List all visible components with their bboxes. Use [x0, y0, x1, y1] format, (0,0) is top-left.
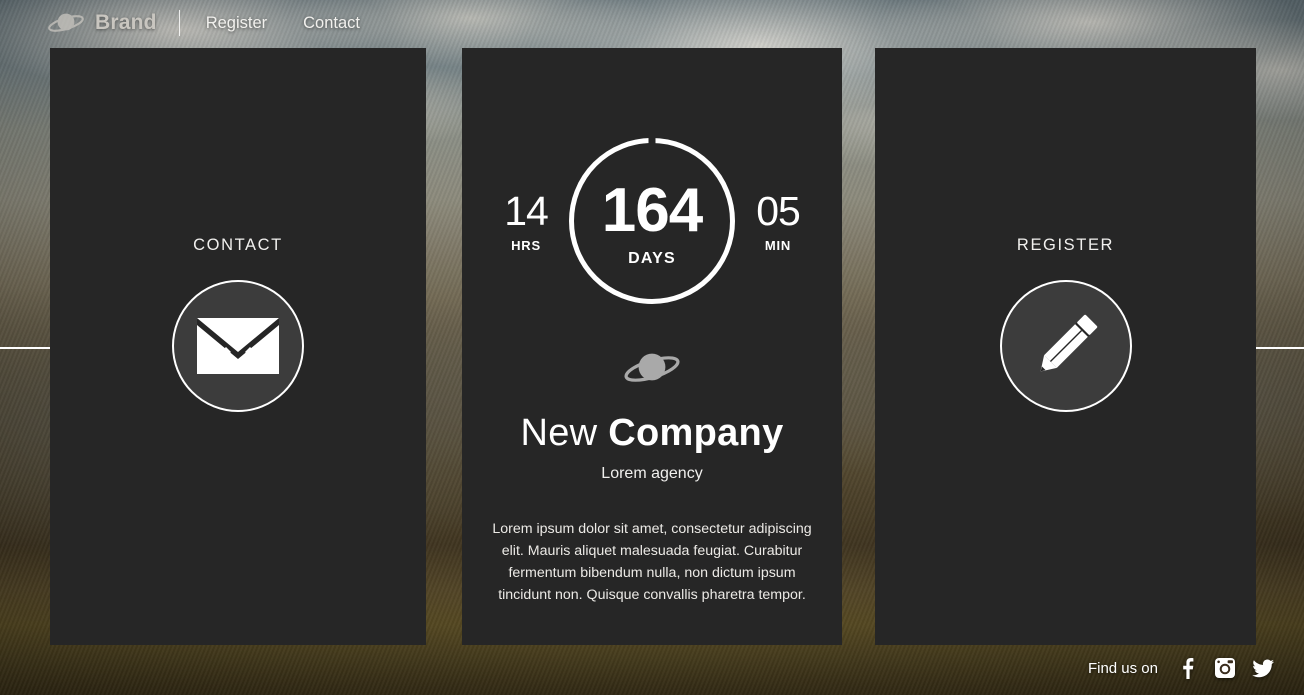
company-name-bold: Company	[608, 412, 784, 454]
nav-link-contact[interactable]: Contact	[303, 14, 360, 33]
page-root: Brand Register Contact CONTACT 14 HRS 16…	[0, 0, 1304, 695]
tagline: Lorem agency	[601, 465, 703, 482]
panel-main: 14 HRS 164 DAYS 05 MIN New Company Lorem…	[462, 48, 842, 645]
countdown-days-label: DAYS	[628, 249, 676, 267]
panel-register: REGISTER	[875, 48, 1256, 645]
nav-link-register[interactable]: Register	[206, 14, 267, 33]
company-name-thin: New	[520, 412, 598, 454]
company-name: New Company	[520, 412, 783, 455]
countdown-days-value: 164	[601, 175, 703, 245]
pencil-icon	[1040, 314, 1097, 372]
main-content: New Company Lorem agency Lorem ipsum dol…	[462, 348, 842, 606]
footer-label: Find us on	[1087, 659, 1158, 677]
instagram-icon[interactable]	[1214, 657, 1236, 679]
navbar: Brand Register Contact	[0, 0, 1304, 46]
planet-saturn-icon	[48, 13, 84, 32]
contact-title: CONTACT	[193, 236, 283, 254]
facebook-icon[interactable]	[1176, 657, 1198, 679]
register-content: REGISTER	[875, 236, 1256, 412]
countdown-minutes: 05 MIN	[747, 187, 809, 253]
brand-label: Brand	[95, 11, 157, 34]
envelope-icon	[197, 318, 279, 374]
countdown-hours: 14 HRS	[495, 187, 557, 253]
countdown-minutes-label: MIN	[764, 237, 792, 253]
countdown-days-ring: 164 DAYS	[569, 138, 735, 304]
footer-social: Find us on	[1088, 657, 1274, 679]
brand-logo[interactable]: Brand	[46, 10, 157, 36]
description-text: Lorem ipsum dolor sit amet, consectetur …	[492, 521, 812, 603]
register-icon-button[interactable]	[999, 280, 1132, 412]
countdown-minutes-value: 05	[756, 187, 801, 234]
nav-divider	[178, 10, 180, 36]
contact-content: CONTACT	[50, 236, 426, 412]
planet-saturn-icon	[624, 353, 680, 382]
countdown-hours-value: 14	[504, 187, 549, 234]
countdown-timer: 14 HRS 164 DAYS 05 MIN	[462, 126, 842, 316]
contact-icon-button[interactable]	[172, 280, 304, 412]
twitter-icon[interactable]	[1252, 657, 1274, 679]
countdown-hours-label: HRS	[511, 237, 541, 253]
panel-contact: CONTACT	[50, 48, 426, 645]
register-title: REGISTER	[1016, 236, 1115, 254]
